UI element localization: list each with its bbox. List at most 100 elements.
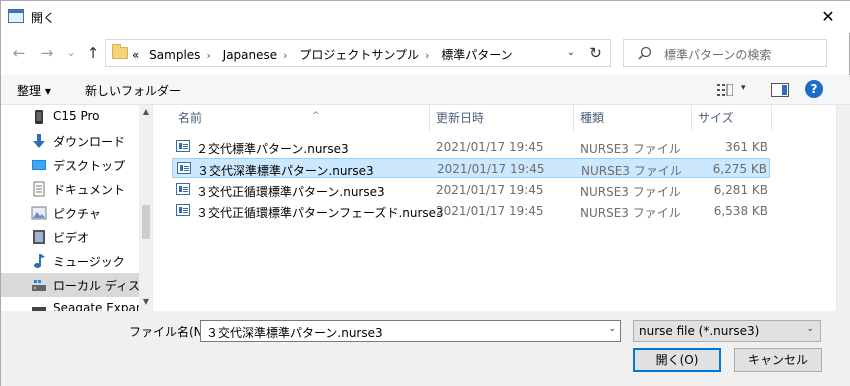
filetype-value: nurse file (*.nurse3) bbox=[639, 324, 760, 338]
scroll-down-button[interactable]: ▼ bbox=[139, 295, 152, 309]
forward-button[interactable]: → bbox=[37, 43, 57, 63]
sort-ascending-icon: ^ bbox=[312, 111, 320, 121]
videos-icon bbox=[33, 230, 45, 244]
back-button[interactable]: ← bbox=[9, 43, 29, 63]
sidebar-item-label: ビデオ bbox=[53, 231, 90, 245]
nurse3-file-icon bbox=[176, 204, 190, 216]
help-icon[interactable]: ? bbox=[805, 80, 823, 98]
dialog-window-icon bbox=[8, 9, 24, 23]
address-dropdown-button[interactable]: ⌄ bbox=[563, 45, 579, 61]
new-folder-button[interactable]: 新しいフォルダー bbox=[85, 82, 181, 99]
sidebar-item-label: ダウンロード bbox=[53, 135, 126, 149]
download-icon bbox=[33, 134, 45, 148]
sidebar-item-label: デスクトップ bbox=[53, 159, 126, 173]
search-icon bbox=[638, 46, 652, 60]
navigation-bar: ← → ⌄ ↑ « Samples › Japanese › プロジェクトサンプル ›… bbox=[1, 37, 850, 69]
cancel-button[interactable]: キャンセル bbox=[734, 348, 822, 372]
breadcrumb-item[interactable]: 標準パターン bbox=[441, 48, 512, 62]
chevron-down-icon: ⌄ bbox=[806, 324, 814, 334]
file-name: ２交代標準パターン.nurse3 bbox=[196, 142, 349, 156]
breadcrumb-overflow[interactable]: « bbox=[132, 48, 139, 62]
file-type: NURSE3 ファイル bbox=[580, 142, 681, 156]
file-row[interactable]: ３交代正循環標準パターンフェーズド.nurse3 2021/01/17 19:4… bbox=[172, 201, 770, 221]
file-row-selected[interactable]: ３交代深準標準パターン.nurse3 2021/01/17 19:45 NURS… bbox=[172, 158, 770, 178]
sidebar-item-label: ピクチャ bbox=[53, 207, 101, 221]
file-type: NURSE3 ファイル bbox=[581, 164, 682, 178]
breadcrumb-item[interactable]: Japanese bbox=[223, 48, 278, 62]
scroll-up-button[interactable]: ▲ bbox=[139, 105, 152, 119]
column-header-size[interactable]: サイズ bbox=[692, 105, 772, 131]
file-name: ３交代正循環標準パターン.nurse3 bbox=[196, 185, 385, 199]
window-title: 開く bbox=[31, 11, 56, 25]
up-button[interactable]: ↑ bbox=[83, 43, 103, 63]
file-type: NURSE3 ファイル bbox=[580, 206, 681, 220]
documents-icon bbox=[33, 181, 45, 197]
folder-icon bbox=[112, 44, 128, 59]
breadcrumb-item[interactable]: Samples bbox=[149, 48, 200, 62]
file-row[interactable]: ２交代標準パターン.nurse3 2021/01/17 19:45 NURSE3… bbox=[172, 137, 770, 157]
pictures-icon bbox=[31, 206, 47, 220]
column-header-label: 種類 bbox=[580, 111, 605, 125]
breadcrumb-separator[interactable]: › bbox=[425, 49, 429, 62]
file-list: ^ 名前 更新日時 種類 サイズ ２交代標準パターン.nurse3 2021/0… bbox=[154, 105, 836, 311]
file-size: 6,275 KB bbox=[712, 162, 767, 176]
sidebar-item-desktop[interactable]: デスクトップ bbox=[1, 153, 139, 177]
sidebar-item-label: ローカル ディスク (C bbox=[53, 279, 152, 293]
breadcrumb-separator[interactable]: › bbox=[206, 49, 210, 62]
view-dropdown-button[interactable]: ▾ bbox=[741, 83, 746, 93]
scroll-thumb[interactable] bbox=[142, 205, 150, 239]
column-header-label: 名前 bbox=[178, 111, 203, 125]
sidebar-item-local-disk[interactable]: ローカル ディスク (C bbox=[1, 273, 152, 297]
title-bar: 開く ✕ bbox=[1, 1, 850, 33]
command-bar: 整理 ▾ 新しいフォルダー ▾ ? bbox=[1, 75, 850, 105]
sidebar-item-label: ドキュメント bbox=[53, 183, 126, 197]
sidebar-item-pictures[interactable]: ピクチャ bbox=[1, 201, 139, 225]
nurse3-file-icon bbox=[177, 162, 191, 174]
sidebar-item-label: ミュージック bbox=[53, 255, 125, 269]
external-drive-icon bbox=[32, 307, 46, 311]
column-header-type[interactable]: 種類 bbox=[574, 105, 692, 131]
column-header-name[interactable]: ^ 名前 bbox=[172, 105, 430, 131]
breadcrumb-separator[interactable]: › bbox=[283, 49, 287, 62]
sidebar-item-downloads[interactable]: ダウンロード bbox=[1, 129, 139, 153]
open-button[interactable]: 開く(O) bbox=[633, 348, 721, 372]
file-modified: 2021/01/17 19:45 bbox=[436, 183, 544, 197]
sidebar-item-label: C15 Pro bbox=[53, 109, 100, 123]
phone-icon bbox=[35, 110, 43, 124]
dialog-footer: ファイル名(N): ３交代深準標準パターン.nurse3 ⌄ nurse fil… bbox=[1, 311, 850, 386]
breadcrumb-item[interactable]: プロジェクトサンプル bbox=[299, 48, 419, 62]
sidebar-item-music[interactable]: ミュージック bbox=[1, 249, 139, 273]
sidebar-scrollbar[interactable]: ▲ ▼ bbox=[139, 105, 152, 311]
file-size: 361 KB bbox=[725, 140, 768, 154]
close-button[interactable]: ✕ bbox=[805, 1, 850, 33]
file-modified: 2021/01/17 19:45 bbox=[437, 162, 545, 176]
chevron-down-icon[interactable]: ⌄ bbox=[608, 324, 616, 334]
view-options-icon[interactable] bbox=[717, 84, 733, 96]
column-header-label: サイズ bbox=[698, 111, 734, 125]
filetype-select[interactable]: nurse file (*.nurse3) ⌄ bbox=[633, 320, 821, 342]
preview-pane-icon[interactable] bbox=[771, 83, 789, 97]
recent-locations-button[interactable]: ⌄ bbox=[61, 43, 81, 63]
sidebar-item-c15-pro[interactable]: C15 Pro bbox=[1, 105, 139, 129]
file-name: ３交代深準標準パターン.nurse3 bbox=[197, 164, 374, 178]
column-header-label: 更新日時 bbox=[436, 111, 485, 125]
file-type: NURSE3 ファイル bbox=[580, 185, 681, 199]
sidebar-item-documents[interactable]: ドキュメント bbox=[1, 177, 139, 201]
sidebar-item-videos[interactable]: ビデオ bbox=[1, 225, 139, 249]
refresh-button[interactable]: ↻ bbox=[581, 39, 611, 67]
open-file-dialog: 開く ✕ ← → ⌄ ↑ « Samples › Japanese › プロジェクト… bbox=[0, 0, 850, 386]
address-bar[interactable]: « Samples › Japanese › プロジェクトサンプル › 標準パターン … bbox=[105, 39, 611, 67]
organize-button[interactable]: 整理 ▾ bbox=[17, 82, 51, 99]
search-box[interactable]: 標準パターンの検索 bbox=[623, 39, 827, 67]
sidebar-item-label: Seagate Expansi bbox=[53, 301, 153, 311]
file-modified: 2021/01/17 19:45 bbox=[436, 140, 544, 154]
column-header-modified[interactable]: 更新日時 bbox=[430, 105, 574, 131]
desktop-icon bbox=[32, 160, 46, 170]
filename-input[interactable]: ３交代深準標準パターン.nurse3 ⌄ bbox=[200, 320, 621, 342]
navigation-pane: C15 Pro ダウンロード デスクトップ ドキュメント ピクチャ ビデオ ミュ… bbox=[1, 105, 153, 311]
file-size: 6,538 KB bbox=[713, 204, 768, 218]
sidebar-item-seagate[interactable]: Seagate Expansi bbox=[1, 297, 152, 311]
file-row[interactable]: ３交代正循環標準パターン.nurse3 2021/01/17 19:45 NUR… bbox=[172, 180, 770, 200]
nurse3-file-icon bbox=[176, 140, 190, 152]
file-name: ３交代正循環標準パターンフェーズド.nurse3 bbox=[196, 206, 444, 220]
